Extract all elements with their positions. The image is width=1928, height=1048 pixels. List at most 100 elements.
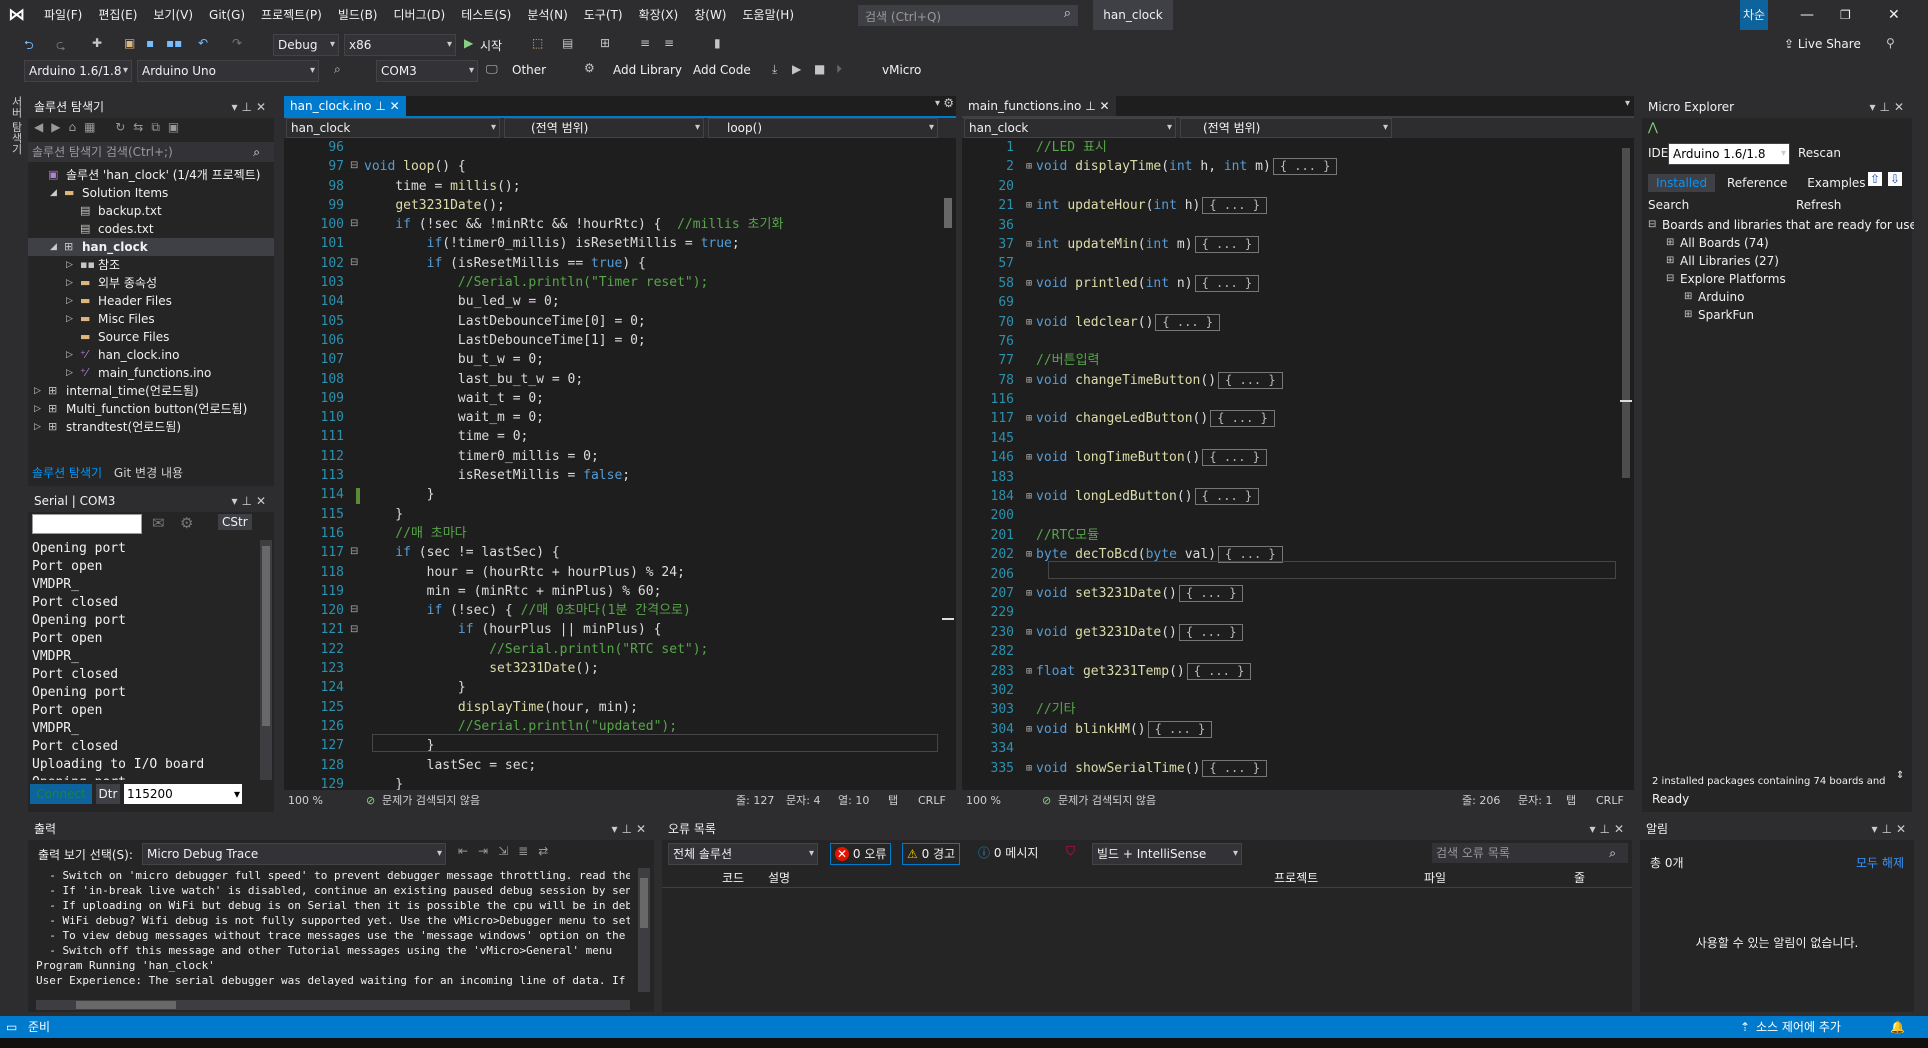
micro-refresh-button[interactable]: Refresh bbox=[1796, 198, 1841, 212]
fold-plus-icon[interactable]: ⊞ bbox=[1026, 584, 1032, 603]
expand-arrow-icon[interactable]: ▷ bbox=[34, 418, 41, 436]
expand-arrow-icon[interactable]: ▷ bbox=[34, 382, 41, 400]
run-icon[interactable]: ▶ bbox=[792, 62, 801, 76]
nav-scope-select[interactable]: (전역 범위) bbox=[1180, 118, 1392, 138]
collapsed-region[interactable]: { ... } bbox=[1272, 158, 1338, 176]
maximize-button[interactable]: ❐ bbox=[1840, 0, 1851, 30]
expand-box-icon[interactable]: ⊞ bbox=[1684, 288, 1692, 306]
fold-minus-icon[interactable]: ⊟ bbox=[350, 257, 358, 268]
board-select[interactable]: Arduino Uno bbox=[137, 60, 319, 82]
tree-item[interactable]: ▷ ⊞ strandtest(언로드됨) bbox=[28, 418, 274, 436]
micro-tree-item[interactable]: ⊞ All Libraries (27) bbox=[1648, 252, 1912, 270]
collapsed-region[interactable]: { ... } bbox=[1194, 488, 1260, 506]
zoom-level[interactable]: 100 % bbox=[288, 790, 323, 812]
micro-search-label[interactable]: Search bbox=[1648, 198, 1689, 212]
panel-pin-icons[interactable]: ▾⊥✕ bbox=[1869, 96, 1908, 118]
issues-status[interactable]: 문제가 검색되지 않음 bbox=[382, 790, 480, 812]
stop-icon[interactable]: ■ bbox=[814, 62, 825, 76]
eol-mode[interactable]: CRLF bbox=[1596, 790, 1624, 812]
zoom-level[interactable]: 100 % bbox=[966, 790, 1001, 812]
fold-minus-icon[interactable]: ⊟ bbox=[350, 604, 358, 615]
nav-scope-select[interactable]: (전역 범위) bbox=[504, 118, 704, 138]
redo-icon[interactable]: ↷ bbox=[232, 36, 242, 50]
expand-all-icon[interactable]: ⇩ bbox=[1888, 172, 1903, 186]
expand-arrow-icon[interactable]: ▷ bbox=[66, 256, 73, 274]
tree-item[interactable]: ▷ ⁺⁄ main_functions.ino bbox=[28, 364, 274, 382]
expand-box-icon[interactable]: ⊞ bbox=[1684, 306, 1692, 324]
tab-mode[interactable]: 탭 bbox=[888, 790, 898, 812]
pin-icon[interactable]: ⊥ bbox=[375, 99, 385, 113]
clear-all-link[interactable]: 모두 해제 bbox=[1856, 854, 1904, 871]
micro-tree-item[interactable]: ⊟ Boards and libraries that are ready for… bbox=[1648, 216, 1917, 234]
expand-arrow-icon[interactable]: ▷ bbox=[66, 310, 73, 328]
menu-item[interactable]: 보기(V) bbox=[145, 0, 201, 30]
platform-select[interactable]: x86 bbox=[344, 34, 456, 56]
fold-plus-icon[interactable]: ⊞ bbox=[1026, 235, 1032, 254]
tree-item[interactable]: ▣ 솔루션 'han_clock' (1/4개 프로젝트) bbox=[28, 166, 274, 184]
editor-scrollbar[interactable] bbox=[1620, 138, 1632, 790]
tab-overflow-icon[interactable]: ▾ bbox=[1625, 98, 1630, 109]
open-icon[interactable]: ▣ bbox=[124, 36, 135, 50]
feedback-icon[interactable]: ⚲ bbox=[1886, 36, 1895, 50]
back-icon[interactable]: ⮌ bbox=[24, 36, 34, 57]
fold-plus-icon[interactable]: ⊞ bbox=[1026, 623, 1032, 642]
errors-filter[interactable]: ✕ 0 오류 bbox=[830, 843, 892, 865]
collapsed-region[interactable]: { ... } bbox=[1202, 449, 1267, 467]
tab-installed[interactable]: Installed bbox=[1648, 174, 1716, 192]
panel-pin-icons[interactable]: ▾⊥✕ bbox=[231, 490, 270, 512]
collapsed-region[interactable]: { ... } bbox=[1178, 623, 1244, 641]
tree-item[interactable]: ▷ ⊞ internal_time(언로드됨) bbox=[28, 382, 274, 400]
collapse-all-icon[interactable]: ⇧ bbox=[1868, 172, 1883, 186]
collapsed-region[interactable]: { ... } bbox=[1186, 662, 1252, 680]
menu-item[interactable]: 창(W) bbox=[686, 0, 734, 30]
collapsed-region[interactable]: { ... } bbox=[1194, 274, 1260, 292]
serial-send-input[interactable] bbox=[32, 514, 142, 534]
fold-plus-icon[interactable]: ⊞ bbox=[1026, 448, 1032, 467]
dtr-toggle[interactable]: Dtr bbox=[96, 784, 120, 804]
tree-item[interactable]: ◢ ▬ Solution Items bbox=[28, 184, 274, 202]
attach-icon[interactable]: ⬚ bbox=[532, 36, 543, 50]
col-line[interactable]: 줄 bbox=[1574, 868, 1585, 888]
forward-icon[interactable]: ⮎ bbox=[56, 36, 66, 57]
ide-version-select[interactable]: Arduino 1.6/1.8 bbox=[24, 60, 132, 82]
undo-icon[interactable]: ↶ bbox=[198, 36, 208, 50]
tab-main-functions[interactable]: main_functions.ino ⊥ ✕ bbox=[962, 96, 1116, 116]
expand-box-icon[interactable]: ⊟ bbox=[1666, 270, 1674, 288]
tree-item[interactable]: ▷ ▬ 외부 종속성 bbox=[28, 274, 274, 292]
tab-han-clock[interactable]: han_clock.ino ⊥ ✕ bbox=[284, 96, 406, 116]
code-area[interactable]: 96 97 98 99 100 101 102 103 104 105 106 107 108 109 11… bbox=[284, 138, 942, 790]
collapsed-region[interactable]: { ... } bbox=[1202, 759, 1267, 777]
fold-minus-icon[interactable]: ⊟ bbox=[350, 624, 358, 635]
connect-button[interactable]: Connect bbox=[30, 784, 92, 804]
tree-item[interactable]: ▤ backup.txt bbox=[28, 202, 274, 220]
fold-plus-icon[interactable]: ⊞ bbox=[1026, 313, 1032, 332]
micro-tree-item[interactable]: ⊟ Explore Platforms bbox=[1648, 270, 1912, 288]
fold-minus-icon[interactable]: ⊟ bbox=[350, 160, 358, 171]
fold-plus-icon[interactable]: ⊞ bbox=[1026, 662, 1032, 681]
expand-arrow-icon[interactable]: ◢ bbox=[50, 238, 57, 256]
port-select[interactable]: COM3 bbox=[376, 60, 478, 82]
micro-tree-item[interactable]: ⊞ Arduino bbox=[1648, 288, 1912, 306]
collapsed-region[interactable]: { ... } bbox=[1218, 371, 1283, 389]
error-scope-select[interactable]: 전체 솔루션 bbox=[668, 843, 818, 865]
menu-item[interactable]: 빌드(B) bbox=[330, 0, 386, 30]
baud-select[interactable]: 115200 ▾ bbox=[124, 784, 242, 804]
rescan-button[interactable]: Rescan bbox=[1798, 146, 1841, 160]
expand-arrow-icon[interactable]: ▷ bbox=[66, 364, 73, 382]
fold-plus-icon[interactable]: ⊞ bbox=[1026, 409, 1032, 428]
serial-monitor-icon[interactable]: 🖵 bbox=[486, 62, 498, 77]
search-box[interactable]: 검색 (Ctrl+Q) ⌕ bbox=[858, 5, 1078, 26]
nav-member-select[interactable]: loop() bbox=[708, 118, 938, 138]
settings-gear-icon[interactable]: ⚙ bbox=[584, 61, 595, 75]
tree-item[interactable]: ▷ ▬ Misc Files bbox=[28, 310, 274, 328]
pin-icon[interactable]: ⊥ bbox=[1085, 99, 1095, 113]
save-all-icon[interactable]: ▪▪ bbox=[166, 36, 182, 50]
toolbar-icon-c[interactable]: ≡ bbox=[664, 36, 674, 50]
menu-item[interactable]: 테스트(S) bbox=[453, 0, 519, 30]
fold-minus-icon[interactable]: ⊟ bbox=[350, 546, 358, 557]
server-explorer-rail[interactable]: 서버 탐색기 bbox=[8, 96, 24, 156]
add-code-button[interactable]: Add Code bbox=[693, 63, 751, 77]
tab-settings-icon[interactable]: ⚙ bbox=[943, 96, 954, 110]
search-board-icon[interactable]: ⌕ bbox=[334, 62, 341, 77]
filter-icon[interactable]: ⛉ bbox=[1066, 844, 1075, 859]
